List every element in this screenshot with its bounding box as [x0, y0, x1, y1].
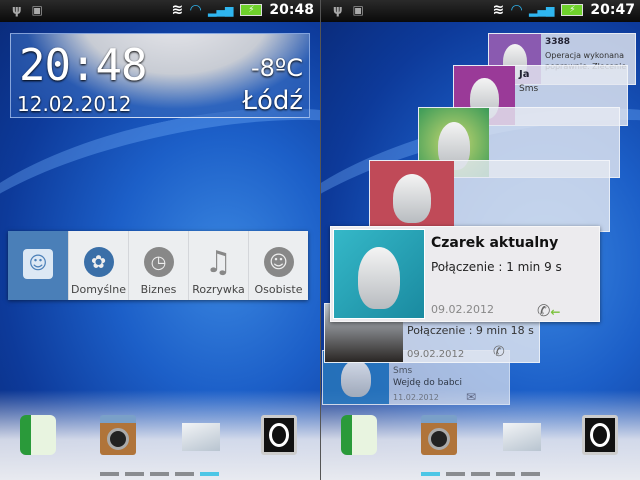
signal-icon: ▂▄▆ [208, 3, 234, 17]
card-name: 3388 [545, 37, 571, 47]
mail-icon[interactable] [182, 423, 220, 451]
incoming-call-icon: ✆← [537, 301, 561, 320]
card-text: Sms [519, 84, 539, 94]
clock-icon: ◷ [143, 247, 174, 277]
timescape-icon: ☺ [23, 248, 53, 279]
status-bar: ψ▣ ≋ ◠ ▂▄▆ ⚡ 20:47 [321, 0, 640, 22]
dock [321, 415, 640, 457]
city: Łódź [242, 86, 303, 116]
wifi-icon: ◠ [190, 2, 202, 18]
page-indicator [421, 472, 540, 476]
profile-label: Domyślne [71, 283, 126, 296]
clock-weather-widget[interactable]: 20:48 12.02.2012 -8ºC Łódź [10, 33, 310, 118]
card-name: Sms [393, 366, 413, 376]
clock-time: 20:48 [19, 40, 147, 91]
media-icon[interactable] [261, 415, 297, 455]
status-time: 20:47 [590, 2, 635, 18]
card-name: Ja [519, 69, 530, 80]
dock [0, 415, 320, 457]
contact-photo [333, 229, 425, 319]
contact-photo [370, 161, 454, 231]
signal-icon: ▂▄▆ [529, 3, 555, 17]
smiley-icon: ☺ [263, 247, 294, 277]
status-bar: ψ▣ ≋ ◠ ▂▄▆ ⚡ 20:48 [0, 0, 320, 22]
usb-android-icons: ψ▣ [12, 3, 53, 17]
usb-android-icons: ψ▣ [333, 3, 374, 17]
profile-osobiste[interactable]: ☺ Osobiste [248, 231, 308, 300]
page-indicator [100, 472, 219, 476]
incoming-call-icon: ✆ [493, 344, 505, 360]
card-name: Czarek aktualny [431, 235, 559, 251]
data-icon: ≋ [171, 2, 184, 18]
timescape-card-focused[interactable]: Czarek aktualny Połączenie : 1 min 9 s 0… [330, 226, 600, 322]
card-date: 11.02.2012 [393, 393, 439, 402]
card-date: 09.02.2012 [407, 349, 465, 360]
profile-label: Osobiste [254, 283, 303, 296]
profile-label: Rozrywka [192, 283, 245, 296]
sms-icon: ✉ [466, 390, 477, 404]
phone-icon[interactable] [20, 415, 56, 455]
phone-icon[interactable] [341, 415, 377, 455]
temperature: -8ºC [251, 54, 303, 82]
home-screen-left: ψ▣ ≋ ◠ ▂▄▆ ⚡ 20:48 20:48 12.02.2012 -8ºC Łód… [0, 0, 320, 480]
profile-domyslne[interactable]: ✿ Domyślne [68, 231, 128, 300]
timescape-button[interactable]: ☺ [8, 231, 68, 300]
card-text: Połączenie : 1 min 9 s [431, 260, 562, 274]
card-date: 09.02.2012 [431, 303, 494, 316]
status-time: 20:48 [269, 2, 314, 18]
battery-icon: ⚡ [561, 4, 584, 16]
wifi-icon: ◠ [511, 2, 523, 18]
timescape-card[interactable] [369, 160, 610, 232]
profile-switcher: ☺ ✿ Domyślne ◷ Biznes ♫ Rozrywka ☺ Osobiste [8, 231, 308, 300]
card-text: Wejdę do babci [393, 378, 462, 388]
profile-biznes[interactable]: ◷ Biznes [128, 231, 188, 300]
battery-icon: ⚡ [240, 4, 263, 16]
music-note-icon: ♫ [205, 244, 232, 280]
gear-icon: ✿ [83, 247, 114, 277]
clock-date: 12.02.2012 [17, 92, 132, 116]
camera-icon[interactable] [100, 415, 136, 455]
camera-icon[interactable] [421, 415, 457, 455]
profile-rozrywka[interactable]: ♫ Rozrywka [188, 231, 248, 300]
mail-icon[interactable] [503, 423, 541, 451]
data-icon: ≋ [492, 2, 505, 18]
card-text: Połączenie : 9 min 18 s [407, 324, 534, 337]
profile-label: Biznes [140, 283, 177, 296]
media-icon[interactable] [582, 415, 618, 455]
